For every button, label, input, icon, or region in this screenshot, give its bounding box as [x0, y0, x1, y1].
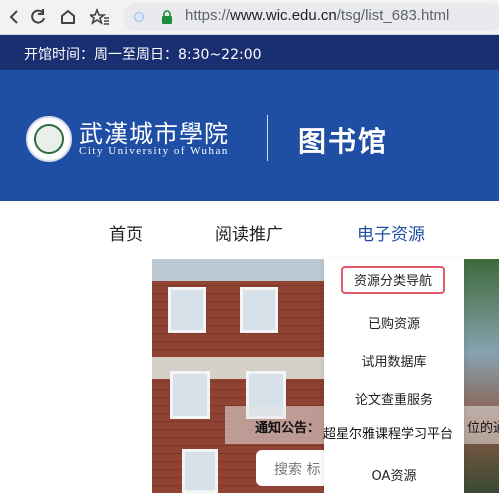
home-icon[interactable] — [56, 5, 80, 29]
star-list-icon[interactable] — [88, 5, 112, 29]
search-placeholder: 搜索 标 — [274, 462, 321, 478]
opening-hours-text: 开馆时间：周一至周日：8:30~22:00 — [24, 47, 262, 63]
menu-item-chaoxing-platform[interactable]: 超星尔雅课程学习平台 — [323, 423, 453, 442]
menu-item-oa-resources[interactable]: OA资源 — [324, 465, 464, 484]
university-seal-icon[interactable] — [26, 116, 72, 162]
library-title[interactable]: 图书馆 — [298, 120, 388, 160]
url-text: https://www.wic.edu.cn/tsg/list_683.html — [185, 7, 450, 24]
back-arrow-icon[interactable] — [2, 5, 26, 29]
university-name-en[interactable]: City University of Wuhan — [79, 145, 229, 157]
header-divider — [267, 115, 268, 161]
site-info-icon[interactable] — [134, 12, 144, 22]
nav-item-home[interactable]: 首页 — [109, 220, 143, 245]
notice-label: 通知公告： — [255, 421, 321, 436]
university-name-cn[interactable]: 武漢城市學院 — [79, 114, 229, 149]
menu-item-trial-databases[interactable]: 试用数据库 — [324, 351, 464, 370]
nav-item-e-resources[interactable]: 电子资源 — [357, 220, 425, 245]
address-bar[interactable]: https://www.wic.edu.cn/tsg/list_683.html — [123, 3, 499, 31]
menu-item-purchased-resources[interactable]: 已购资源 — [324, 313, 464, 332]
notice-text[interactable]: 位的通 — [467, 417, 499, 436]
site-header: 武漢城市學院 City University of Wuhan 图书馆 — [0, 70, 499, 201]
menu-item-resource-navigation[interactable]: 资源分类导航 — [341, 266, 445, 294]
lock-icon — [162, 10, 172, 24]
e-resources-dropdown: 资源分类导航 已购资源 试用数据库 论文查重服务 OA资源 — [324, 259, 464, 493]
menu-item-plagiarism-check[interactable]: 论文查重服务 — [324, 389, 464, 408]
nav-item-reading-promotion[interactable]: 阅读推广 — [215, 220, 283, 245]
reload-icon[interactable] — [26, 5, 50, 29]
main-navigation: 首页 阅读推广 电子资源 — [0, 201, 499, 259]
browser-toolbar: https://www.wic.edu.cn/tsg/list_683.html — [0, 0, 499, 35]
opening-hours-strip: 开馆时间：周一至周日：8:30~22:00 — [0, 35, 499, 70]
